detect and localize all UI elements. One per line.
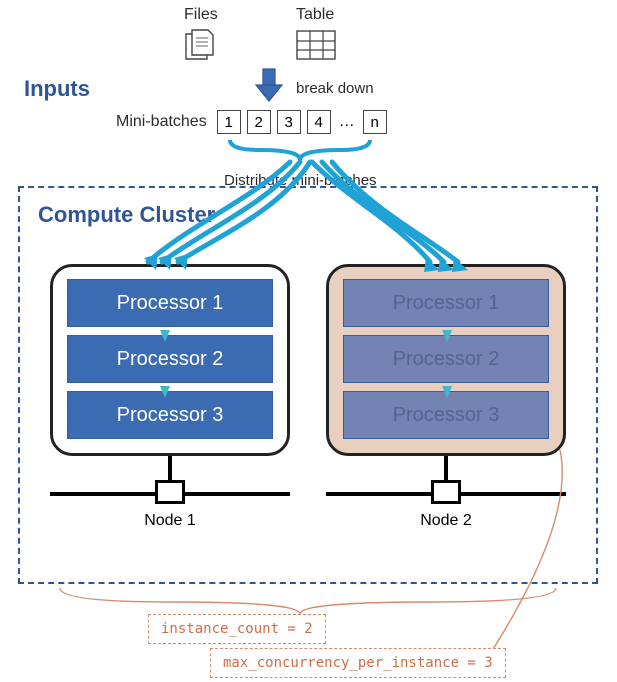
batch-box: 4 xyxy=(307,110,331,134)
node-1-label: Node 1 xyxy=(50,512,290,530)
files-label: Files xyxy=(184,6,218,24)
node-stand xyxy=(50,456,290,496)
processor-box: Processor 2 xyxy=(343,335,549,383)
node-2-label: Node 2 xyxy=(326,512,566,530)
batch-ellipsis: … xyxy=(337,113,357,131)
down-arrow-icon xyxy=(252,67,286,103)
node-stand xyxy=(326,456,566,496)
node-1: Processor 1 Processor 2 Processor 3 xyxy=(50,264,290,496)
node-2: Processor 1 Processor 2 Processor 3 xyxy=(326,264,566,496)
mini-batches-row: Mini-batches 1 2 3 4 … n xyxy=(116,110,387,134)
processor-box: Processor 3 xyxy=(343,391,549,439)
processor-stack: Processor 1 Processor 2 Processor 3 xyxy=(326,264,566,456)
inputs-heading: Inputs xyxy=(24,76,90,102)
table-label: Table xyxy=(296,6,334,24)
processor-box: Processor 2 xyxy=(67,335,273,383)
break-down-label: break down xyxy=(296,80,374,97)
instance-count-annotation: instance_count = 2 xyxy=(148,614,326,644)
compute-cluster-box: Compute Cluster Processor 1 Processor 2 … xyxy=(18,186,598,584)
batch-box: 2 xyxy=(247,110,271,134)
mini-batches-label: Mini-batches xyxy=(116,113,207,131)
processor-stack: Processor 1 Processor 2 Processor 3 xyxy=(50,264,290,456)
files-icon xyxy=(182,28,218,66)
processor-box: Processor 1 xyxy=(67,279,273,327)
compute-cluster-heading: Compute Cluster xyxy=(38,202,578,228)
processor-box: Processor 1 xyxy=(343,279,549,327)
processor-box: Processor 3 xyxy=(67,391,273,439)
table-icon xyxy=(296,30,336,60)
batch-box: n xyxy=(363,110,387,134)
batch-box: 3 xyxy=(277,110,301,134)
batch-box: 1 xyxy=(217,110,241,134)
max-concurrency-annotation: max_concurrency_per_instance = 3 xyxy=(210,648,506,678)
